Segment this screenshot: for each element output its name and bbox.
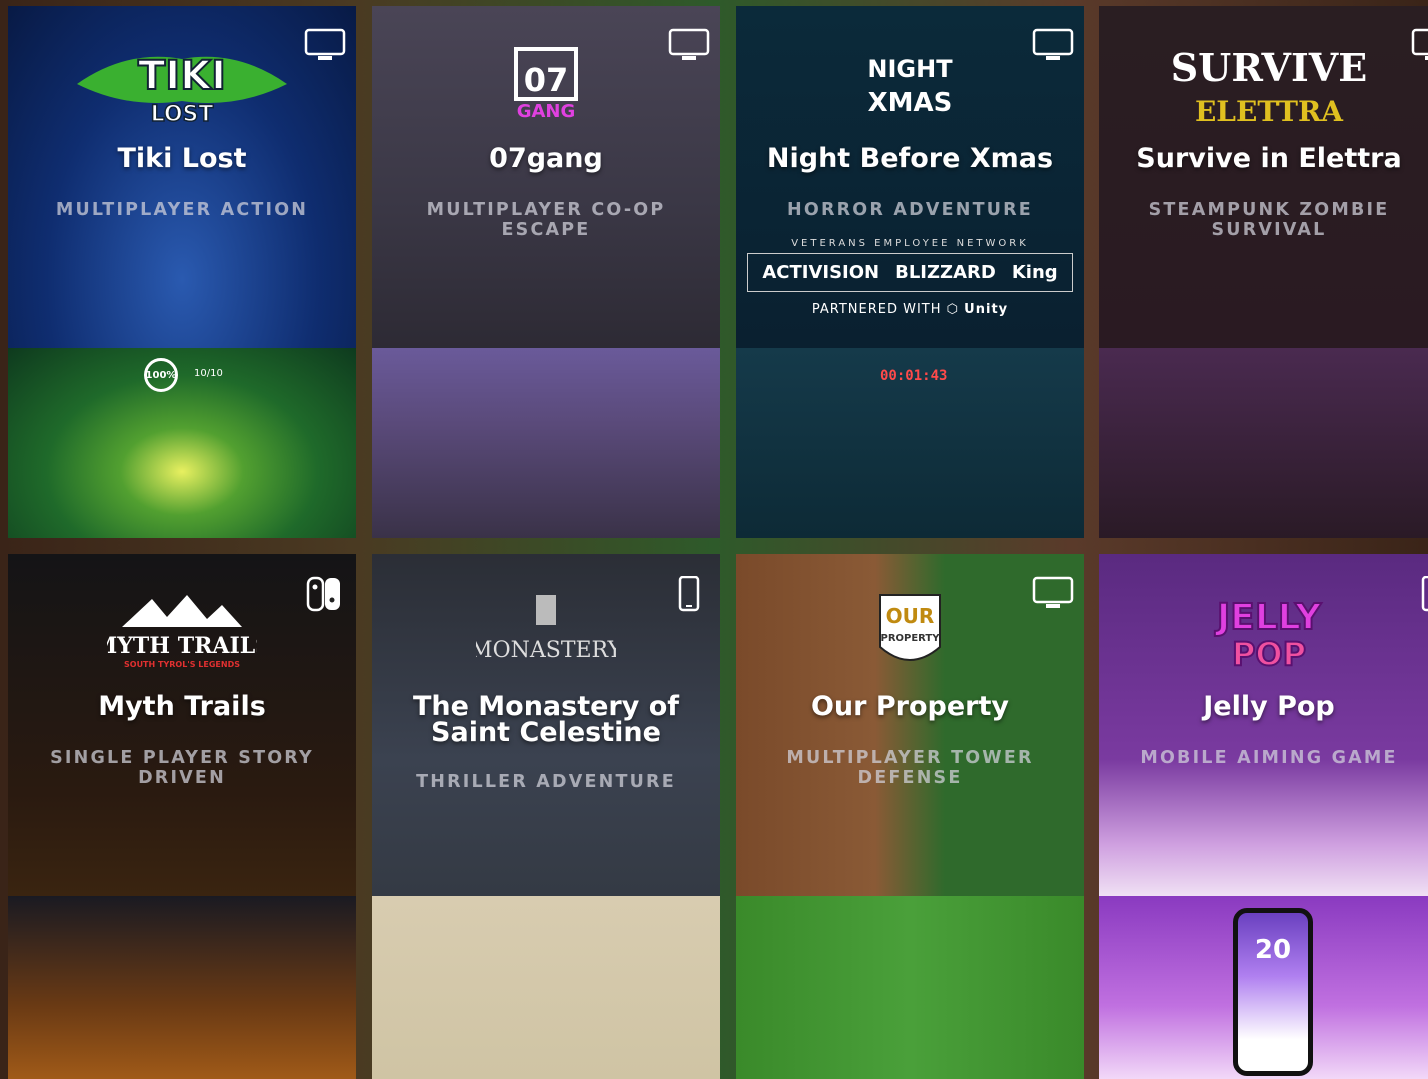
monitor-icon bbox=[1032, 28, 1074, 64]
game-logo: SURVIVE ELETTRA bbox=[1099, 34, 1428, 134]
logo-line1: MONASTERY bbox=[476, 638, 616, 663]
logo-line2: XMAS bbox=[868, 88, 953, 118]
game-title: Survive in Elettra bbox=[1136, 143, 1402, 174]
game-logo: JELLY POP bbox=[1099, 582, 1428, 682]
partner-label: PARTNERED WITH bbox=[811, 302, 942, 317]
game-title: Myth Trails bbox=[98, 691, 266, 722]
game-info-panel: JELLY POP Jelly Pop MOBILE AIMING GAME bbox=[1099, 554, 1428, 896]
sponsor-brands: ACTIVISION BLIZZARD King bbox=[747, 253, 1073, 292]
game-info-panel: OUR PROPERTY Our Property MULTIPLAYER TO… bbox=[736, 554, 1084, 896]
logo-line2: PROPERTY bbox=[880, 633, 940, 644]
game-screenshot bbox=[372, 348, 720, 538]
game-info-panel: NIGHT XMAS Night Before Xmas HORROR ADVE… bbox=[736, 6, 1084, 348]
game-info-panel: MYTH TRAILS SOUTH TYROL'S LEGENDS Myth T… bbox=[8, 554, 356, 896]
game-info-panel: MONASTERY The Monastery of Saint Celesti… bbox=[372, 554, 720, 896]
brand-activision: ACTIVISION bbox=[762, 262, 880, 283]
partner-line: PARTNERED WITH ⬡ Unity bbox=[736, 302, 1084, 317]
unity-icon: ⬡ bbox=[946, 302, 960, 317]
logo-line1: NIGHT bbox=[867, 55, 953, 83]
logo-line2: GANG bbox=[517, 101, 576, 122]
game-genre: MULTIPLAYER ACTION bbox=[55, 200, 309, 220]
game-card-monastery[interactable]: MONASTERY The Monastery of Saint Celesti… bbox=[372, 554, 720, 1079]
game-genre: THRILLER ADVENTURE bbox=[416, 772, 676, 792]
monitor-icon bbox=[304, 28, 346, 64]
game-title: Our Property bbox=[810, 691, 1009, 722]
logo-line1: OUR bbox=[886, 604, 935, 628]
switch-icon bbox=[304, 576, 346, 612]
game-title: 07gang bbox=[489, 143, 603, 174]
game-genre: SINGLE PLAYER STORY DRIVEN bbox=[50, 748, 314, 788]
logo-line1: 07 bbox=[524, 61, 569, 99]
game-genre: MOBILE AIMING GAME bbox=[1140, 748, 1398, 768]
partner-brand: Unity bbox=[964, 302, 1009, 317]
sponsor-block: VETERANS EMPLOYEE NETWORK ACTIVISION BLI… bbox=[736, 238, 1084, 317]
game-card-tiki-lost[interactable]: TIKI LOST Tiki Lost MULTIPLAYER ACTION 1… bbox=[8, 6, 356, 538]
phone-score: 20 bbox=[1254, 935, 1292, 965]
game-card-our-property[interactable]: OUR PROPERTY Our Property MULTIPLAYER TO… bbox=[736, 554, 1084, 1079]
mobile-icon bbox=[1411, 575, 1428, 612]
logo-line1: TIKI bbox=[138, 53, 226, 99]
logo-line1: JELLY bbox=[1214, 597, 1322, 638]
hud-counter: 10/10 bbox=[194, 368, 223, 379]
game-screenshot bbox=[1099, 348, 1428, 538]
phone-mockup: 20 bbox=[1233, 908, 1313, 1076]
game-genre: MULTIPLAYER TOWER DEFENSE bbox=[786, 748, 1034, 788]
logo-line2: SOUTH TYROL'S LEGENDS bbox=[124, 660, 240, 669]
game-info-panel: TIKI LOST Tiki Lost MULTIPLAYER ACTION bbox=[8, 6, 356, 348]
game-title: Night Before Xmas bbox=[766, 143, 1054, 174]
progress-ring: 100% bbox=[144, 358, 178, 392]
game-screenshot: 100% 10/10 bbox=[8, 348, 356, 538]
logo-line2: ELETTRA bbox=[1195, 95, 1344, 128]
game-screenshot: 00:01:43 bbox=[736, 348, 1084, 538]
brand-king: King bbox=[1011, 262, 1058, 283]
hud-timer: 00:01:43 bbox=[880, 368, 948, 384]
logo-line1: SURVIVE bbox=[1171, 45, 1368, 90]
game-genre: STEAMPUNK ZOMBIE SURVIVAL bbox=[1148, 200, 1390, 240]
game-title: Jelly Pop bbox=[1203, 691, 1335, 722]
game-screenshot: 20 bbox=[1099, 896, 1428, 1079]
game-genre: HORROR ADVENTURE bbox=[787, 200, 1033, 220]
game-info-panel: SURVIVE ELETTRA Survive in Elettra STEAM… bbox=[1099, 6, 1428, 348]
logo-line1: MYTH TRAILS bbox=[107, 633, 257, 659]
game-screenshot bbox=[736, 896, 1084, 1079]
monitor-icon bbox=[1032, 576, 1074, 612]
game-card-survive-in-elettra[interactable]: SURVIVE ELETTRA Survive in Elettra STEAM… bbox=[1099, 6, 1428, 538]
sponsor-network: VETERANS EMPLOYEE NETWORK bbox=[791, 238, 1029, 249]
monitor-icon bbox=[1411, 28, 1428, 64]
games-grid: TIKI LOST Tiki Lost MULTIPLAYER ACTION 1… bbox=[0, 0, 1428, 1079]
mobile-icon bbox=[668, 575, 710, 612]
game-title: Tiki Lost bbox=[117, 143, 247, 174]
game-screenshot bbox=[372, 896, 720, 1079]
game-card-night-before-xmas[interactable]: NIGHT XMAS Night Before Xmas HORROR ADVE… bbox=[736, 6, 1084, 538]
logo-line2: LOST bbox=[151, 102, 214, 127]
game-info-panel: 07 GANG 07gang MULTIPLAYER CO-OP ESCAPE bbox=[372, 6, 720, 348]
game-card-jelly-pop[interactable]: JELLY POP Jelly Pop MOBILE AIMING GAME 2… bbox=[1099, 554, 1428, 1079]
monitor-icon bbox=[668, 28, 710, 64]
brand-blizzard: BLIZZARD bbox=[895, 262, 996, 283]
logo-line2: POP bbox=[1232, 635, 1306, 673]
game-genre: MULTIPLAYER CO-OP ESCAPE bbox=[426, 200, 666, 240]
game-card-07gang[interactable]: 07 GANG 07gang MULTIPLAYER CO-OP ESCAPE bbox=[372, 6, 720, 538]
game-card-myth-trails[interactable]: MYTH TRAILS SOUTH TYROL'S LEGENDS Myth T… bbox=[8, 554, 356, 1079]
game-title: The Monastery of Saint Celestine bbox=[412, 691, 680, 748]
game-screenshot bbox=[8, 896, 356, 1079]
